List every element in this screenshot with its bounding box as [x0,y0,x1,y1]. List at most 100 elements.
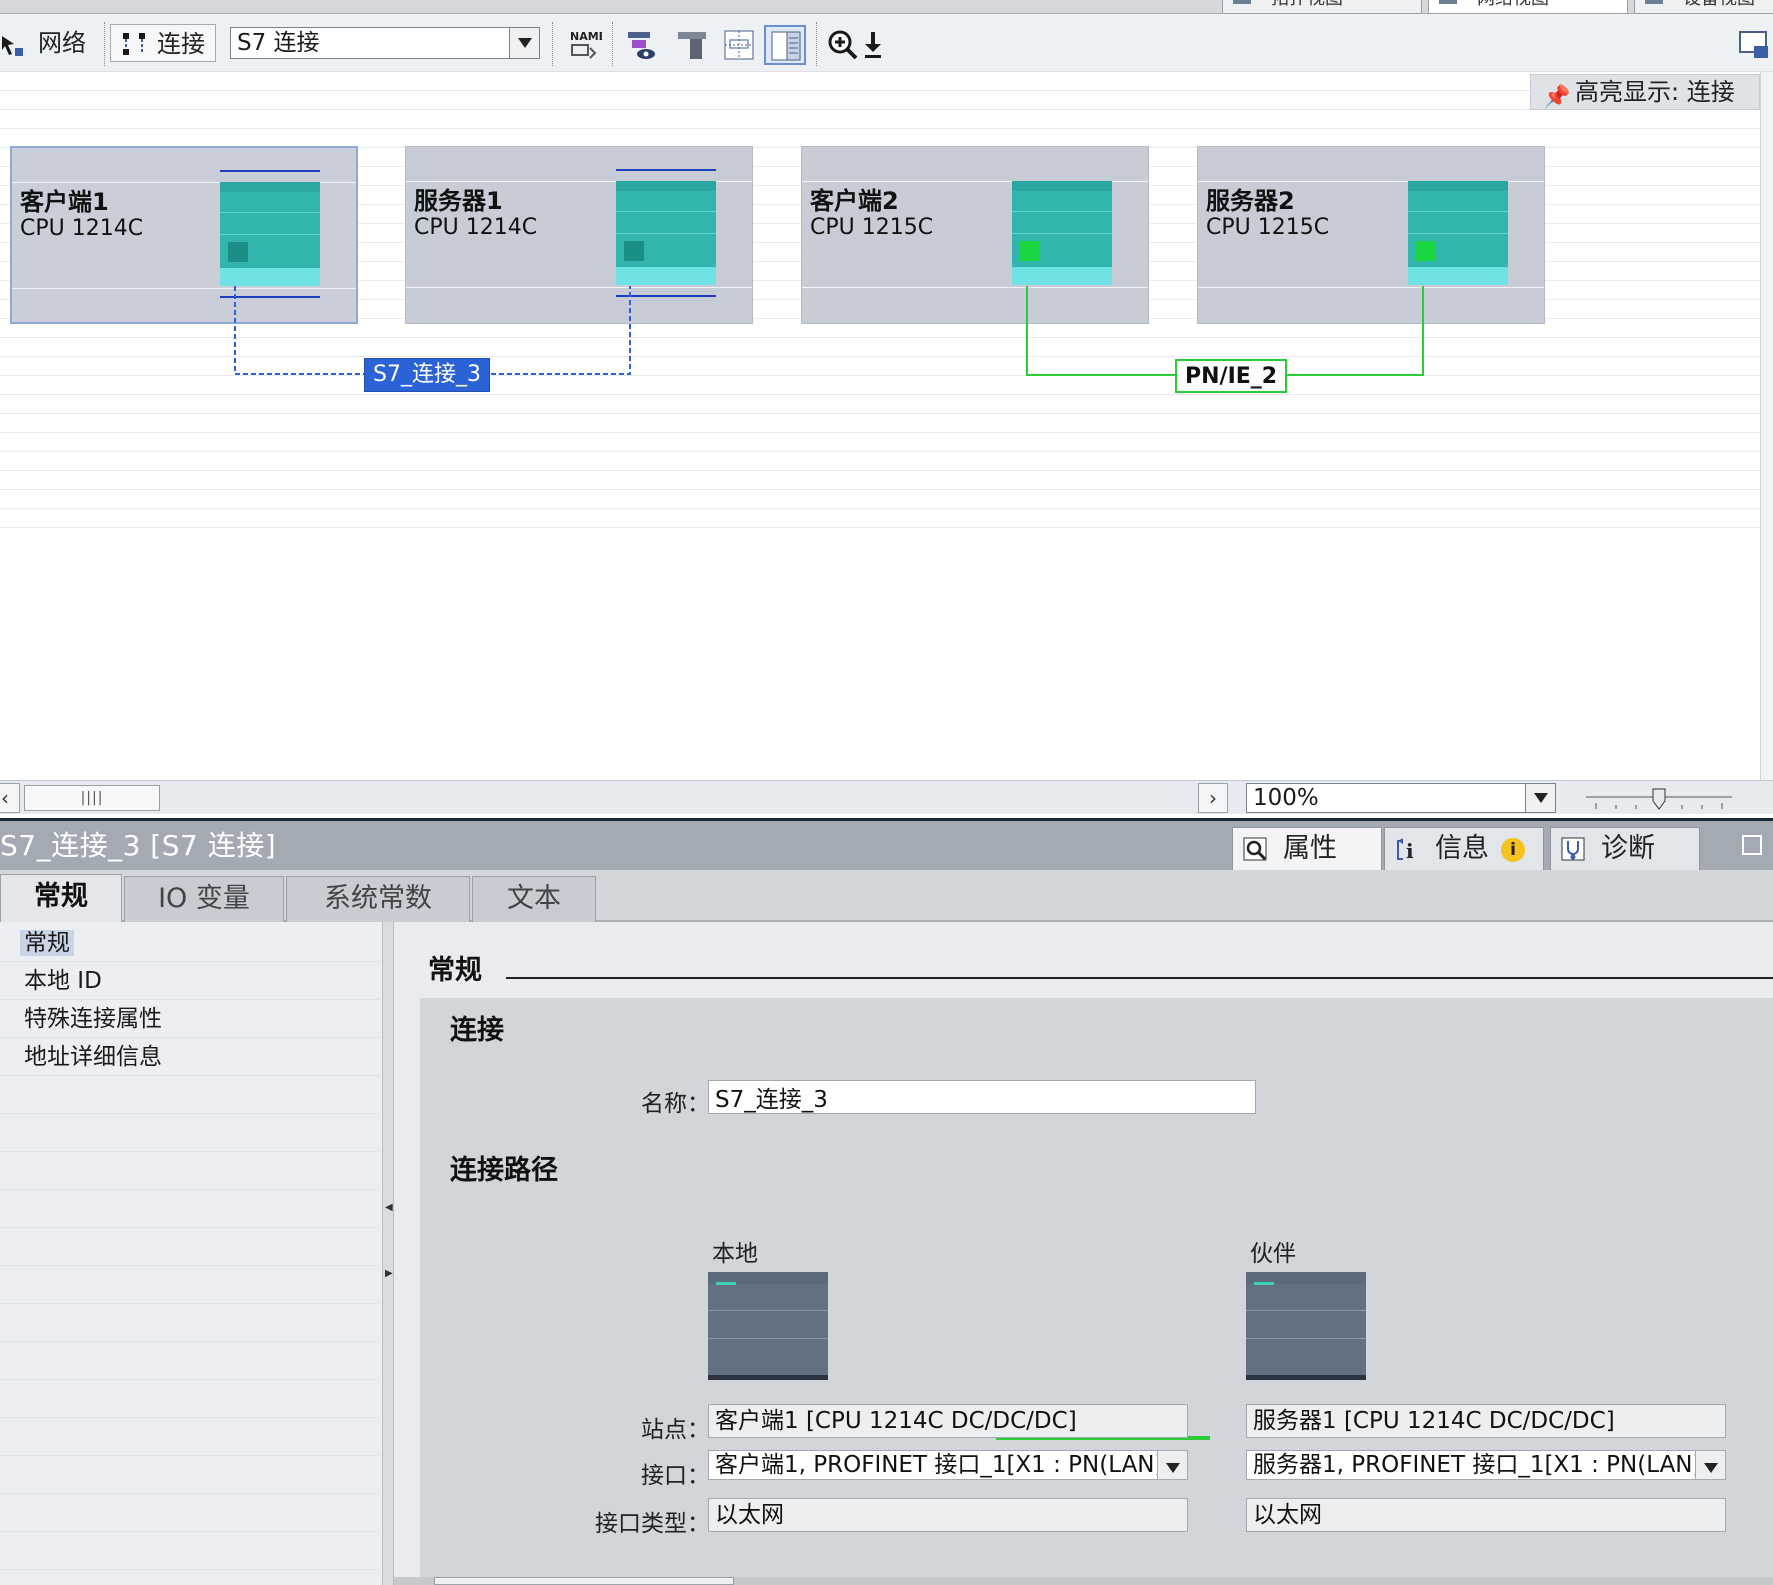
download-button[interactable] [862,28,884,62]
s7-connection-label[interactable]: S7_连接_3 [364,358,490,392]
name-icon: NAME [570,30,606,59]
tab-info-label: 信息 [1435,833,1489,864]
page-break-button[interactable] [676,28,710,62]
property-content: 常规 连接 名称： 连接路径 本地 伙伴 站点： 客户端1 [CPU 1214C… [394,922,1773,1585]
inspector-title: S7_连接_3 [S7 连接] [0,829,277,862]
scroll-left-button[interactable]: ‹ [0,783,20,813]
show-hidden-button[interactable] [626,28,660,62]
section-connection-path: 连接路径 [450,1155,558,1186]
local-interface-select[interactable]: 客户端1, PROFINET 接口_1[X1 : PN(LAN)] [708,1450,1188,1480]
partner-interface-select[interactable]: 服务器1, PROFINET 接口_1[X1 : PN(LAN)] [1246,1450,1726,1480]
network-mode-button[interactable]: 网络 [0,24,86,62]
interface-type-label: 接口类型： [595,1511,710,1537]
content-horizontal-scrollbar[interactable] [394,1577,1773,1585]
scroll-right-button[interactable]: › [1198,783,1228,813]
tab-device-view[interactable]: 设备视图 [1634,0,1773,14]
nav-empty-row [0,1266,380,1304]
nav-splitter[interactable]: ◀ ▶ [382,922,394,1585]
content-scroll-thumb[interactable] [434,1577,734,1585]
expand-right-icon[interactable]: ▶ [385,1268,393,1328]
partner-station-field: 服务器1 [CPU 1214C DC/DC/DC] [1246,1404,1726,1438]
nav-empty-row [0,1532,380,1570]
station-label: 站点： [641,1417,710,1443]
chevron-down-icon[interactable] [509,28,539,58]
partner-plc-icon [1246,1272,1366,1380]
nav-empty-row [0,1456,380,1494]
view-tab-strip: 拓扑视图 网络视图 设备视图 [0,0,1773,14]
name-field[interactable] [708,1080,1256,1114]
local-interface-value: 客户端1, PROFINET 接口_1[X1 : PN(LAN)] [715,1452,1173,1478]
pn-ie-subnet-label[interactable]: PN/IE_2 [1175,359,1288,393]
properties-icon [1243,837,1267,861]
nav-item-label: 常规 [20,930,74,956]
zoom-in-button[interactable] [826,28,860,62]
zoom-slider-knob[interactable] [1652,788,1666,810]
panel-icon [1739,31,1768,58]
nav-empty-row [0,1114,380,1152]
local-plc-icon [708,1272,828,1380]
nav-item-label: 特殊连接属性 [24,1006,162,1032]
nav-item-general[interactable]: 常规 [0,924,380,962]
table-view-toggle[interactable] [764,25,806,65]
chevron-down-icon[interactable] [1695,1451,1725,1479]
local-column-label: 本地 [712,1241,758,1267]
horizontal-scroll-thumb[interactable]: |||| [24,785,160,811]
nav-empty-row [0,1190,380,1228]
name-label: 名称： [641,1091,710,1117]
page-icon [678,32,706,59]
show-names-button[interactable]: NAME [568,28,606,62]
subtab-io-tags[interactable]: IO 变量 [124,876,284,922]
nav-empty-row [0,1228,380,1266]
nav-item-label: 本地 ID [24,968,102,994]
download-icon [865,32,881,58]
zoom-slider[interactable] [1586,787,1732,811]
nav-empty-row [0,1494,380,1532]
canvas-empty-area [0,532,1760,780]
inspector-header: S7_连接_3 [S7 连接] 属性 i 信息 i 诊断 [0,818,1773,871]
tab-diagnostics-label: 诊断 [1601,833,1655,864]
subtab-general[interactable]: 常规 [0,874,122,924]
chevron-down-icon[interactable] [1157,1451,1187,1479]
collapse-left-icon[interactable]: ◀ [385,1202,393,1262]
tab-network-view[interactable]: 网络视图 [1428,0,1628,14]
nav-empty-row [0,1304,380,1342]
subtab-texts[interactable]: 文本 [472,876,596,922]
info-icon: i [1397,838,1414,863]
partner-interface-value: 服务器1, PROFINET 接口_1[X1 : PN(LAN)] [1253,1452,1711,1478]
partner-interface-type-field: 以太网 [1246,1498,1726,1532]
restore-window-icon[interactable] [1742,835,1762,855]
canvas-statusbar: ‹ |||| › 100% [0,780,1773,814]
zoom-select[interactable]: 100% [1246,783,1556,813]
tab-topology-view-label: 拓扑视图 [1271,0,1343,9]
partner-column-label: 伙伴 [1250,1241,1296,1267]
connection-mode-button[interactable]: 连接 [110,24,216,62]
connection-type-select[interactable]: S7 连接 [230,27,540,59]
panel-toggle-button[interactable] [1738,28,1772,62]
toolbar-separator [612,22,613,66]
chevron-down-icon[interactable] [1525,784,1555,812]
nav-item-special-properties[interactable]: 特殊连接属性 [0,1000,380,1038]
property-subtabs: 常规 IO 变量 系统常数 文本 [0,870,1773,924]
property-nav-tree: 常规 本地 ID 特殊连接属性 地址详细信息 [0,922,382,1585]
tab-info[interactable]: i 信息 i [1384,827,1544,871]
canvas-vertical-scrollbar[interactable] [1760,72,1773,780]
topology-view-icon [1233,0,1251,4]
toolbar-separator [552,22,553,66]
subtab-system-constants[interactable]: 系统常数 [286,876,470,922]
tab-diagnostics[interactable]: 诊断 [1550,827,1700,871]
network-canvas[interactable]: 📌 高亮显示: 连接 客户端1 CPU 1214C 服务器1 CPU 1214C [0,72,1760,780]
connection-type-value: S7 连接 [237,30,320,56]
device-view-icon [1645,0,1663,4]
content-title-rule [506,977,1773,979]
tab-topology-view[interactable]: 拓扑视图 [1222,0,1422,14]
stethoscope-icon [1561,837,1585,861]
nav-item-local-id[interactable]: 本地 ID [0,962,380,1000]
tab-properties[interactable]: 属性 [1232,827,1382,871]
grid-button[interactable] [722,28,756,62]
grid-icon [724,30,754,60]
tab-network-view-label: 网络视图 [1477,0,1549,9]
local-station-field: 客户端1 [CPU 1214C DC/DC/DC] [708,1404,1188,1438]
nav-item-address-details[interactable]: 地址详细信息 [0,1038,380,1076]
connection-lines [234,286,1424,376]
zoom-value: 100% [1253,785,1319,811]
